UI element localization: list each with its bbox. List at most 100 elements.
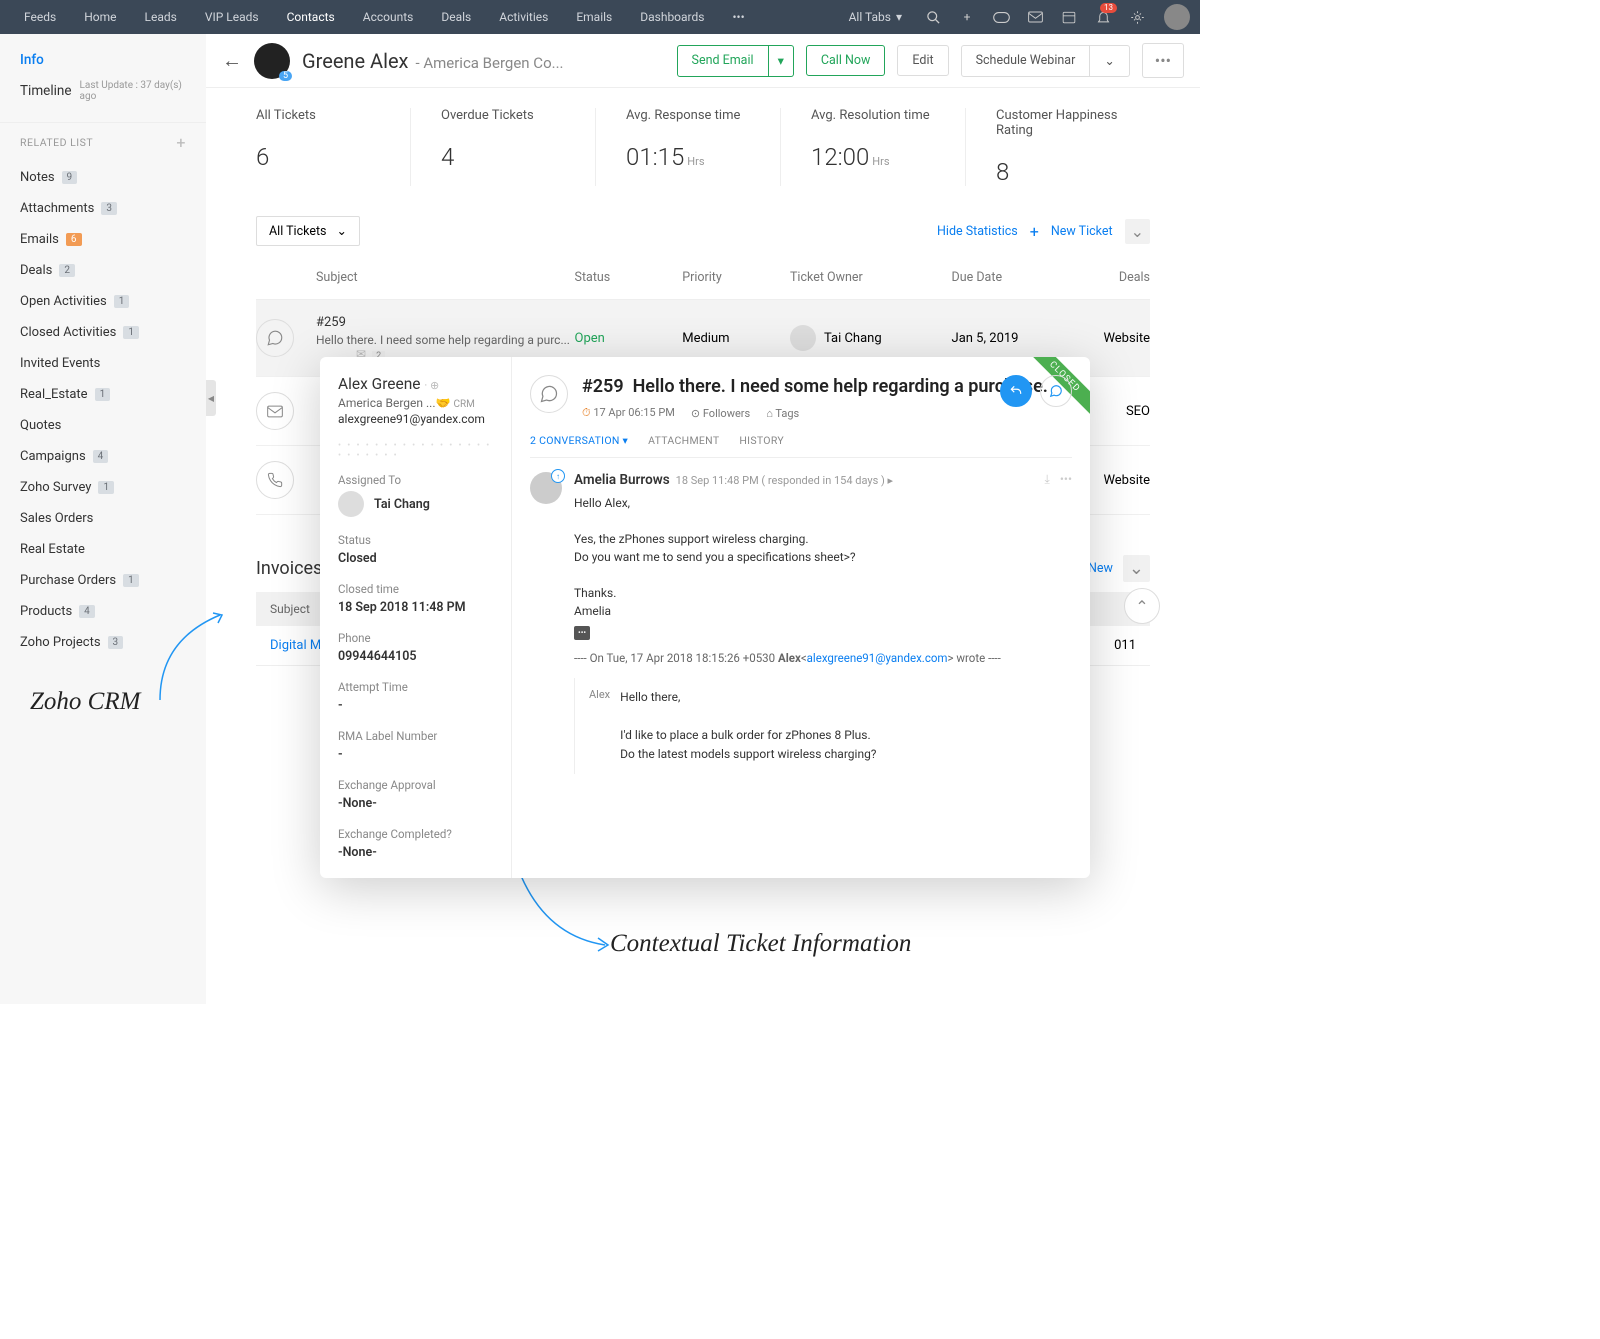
stats-row: All Tickets6Overdue Tickets4Avg. Respons… (206, 88, 1200, 206)
sidebar-item[interactable]: Sales Orders (20, 503, 186, 534)
popup-contact-name: Alex Greene · ⊕ (338, 375, 493, 393)
popup-contact-company: America Bergen ...🤝CRM (338, 396, 493, 410)
sidebar-item[interactable]: Purchase Orders1 (20, 565, 186, 596)
sidebar-item[interactable]: Products4 (20, 596, 186, 627)
chevron-down-icon: ▾ (896, 10, 902, 24)
sidebar-item[interactable]: Zoho Survey1 (20, 472, 186, 503)
comment-button[interactable] (1040, 375, 1072, 407)
stat-card: Avg. Resolution time12:00Hrs (781, 108, 966, 186)
quoted-from: Alex (589, 688, 610, 765)
bell-icon[interactable]: 13 (1086, 0, 1120, 34)
sidebar-item[interactable]: Real Estate (20, 534, 186, 565)
game-icon[interactable] (984, 0, 1018, 34)
annotation-zoho-crm: Zoho CRM (30, 688, 140, 716)
message-more-icon[interactable]: ••• (1060, 472, 1072, 487)
all-tabs-dropdown[interactable]: All Tabs▾ (835, 1, 916, 33)
record-header: ← 5 Greene Alex - America Bergen Co... S… (206, 34, 1200, 88)
chat-icon (256, 319, 294, 357)
sidebar-item[interactable]: Quotes (20, 410, 186, 441)
new-invoice-link[interactable]: New (1088, 561, 1113, 576)
tab-history[interactable]: HISTORY (739, 434, 784, 447)
nav-home[interactable]: Home (70, 0, 130, 34)
nav-contacts[interactable]: Contacts (273, 0, 349, 34)
sidebar-tab-timeline[interactable]: TimelineLast Update : 37 day(s) ago (20, 74, 186, 108)
invoices-dropdown-icon[interactable]: ⌄ (1123, 555, 1150, 582)
download-icon[interactable]: ⤓ (1045, 472, 1050, 487)
quoted-email-link[interactable]: alexgreene91@yandex.com (807, 651, 948, 665)
message-from: Amelia Burrows (574, 472, 670, 488)
popup-contact-email[interactable]: alexgreene91@yandex.com (338, 412, 493, 426)
expand-quote-icon[interactable]: ••• (574, 626, 590, 640)
sidebar-item[interactable]: Attachments3 (20, 193, 186, 224)
sidebar: Info TimelineLast Update : 37 day(s) ago… (0, 34, 206, 1004)
notification-badge: 13 (1100, 3, 1117, 13)
sidebar-item[interactable]: Emails6 (20, 224, 186, 255)
ticket-type-icon (530, 375, 568, 413)
message-time: 18 Sep 11:48 PM ( responded in 154 days … (676, 474, 893, 487)
th-status: Status (575, 270, 683, 285)
annotation-ticket-info: Contextual Ticket Information (610, 930, 911, 958)
nav-dashboards[interactable]: Dashboards (626, 0, 718, 34)
sidebar-item[interactable]: Notes9 (20, 162, 186, 193)
followers-link[interactable]: ⊙ Followers (691, 407, 750, 420)
add-icon[interactable]: + (950, 0, 984, 34)
th-deals: Deals (1070, 270, 1150, 285)
sidebar-tab-info[interactable]: Info (20, 46, 186, 74)
new-ticket-link[interactable]: New Ticket (1051, 224, 1113, 239)
sidebar-item[interactable]: Closed Activities1 (20, 317, 186, 348)
reply-button[interactable] (1000, 375, 1032, 407)
stat-card: All Tickets6 (256, 108, 411, 186)
send-email-button[interactable]: Send Email (677, 45, 769, 77)
sidebar-item[interactable]: Zoho Projects3 (20, 627, 186, 658)
nav-deals[interactable]: Deals (427, 0, 485, 34)
tab-attachment[interactable]: ATTACHMENT (648, 434, 719, 447)
sidebar-item[interactable]: Invited Events (20, 348, 186, 379)
search-icon[interactable] (916, 0, 950, 34)
top-navbar: Feeds Home Leads VIP Leads Contacts Acco… (0, 0, 1200, 34)
schedule-webinar-dropdown[interactable]: ⌄ (1090, 45, 1129, 77)
ticket-contact-panel: Alex Greene · ⊕ America Bergen ...🤝CRM a… (320, 357, 512, 878)
nav-accounts[interactable]: Accounts (349, 0, 428, 34)
mail-icon (256, 392, 294, 430)
sidebar-item[interactable]: Open Activities1 (20, 286, 186, 317)
back-arrow-icon[interactable]: ← (222, 48, 242, 73)
user-avatar[interactable] (1164, 4, 1190, 30)
add-related-icon[interactable]: + (176, 133, 186, 152)
phone-icon (256, 461, 294, 499)
outgoing-icon: ↑ (551, 469, 565, 483)
scroll-to-top-button[interactable]: ⌃ (1124, 588, 1160, 624)
related-list-header: RELATED LIST+ (0, 122, 206, 162)
sidebar-item[interactable]: Real_Estate1 (20, 379, 186, 410)
tickets-toolbar: All Tickets⌄ Hide Statistics +New Ticket… (206, 206, 1200, 256)
hide-statistics-link[interactable]: Hide Statistics (937, 224, 1018, 239)
send-email-dropdown[interactable]: ▾ (769, 45, 794, 77)
nav-more[interactable]: ••• (718, 0, 758, 34)
sidebar-item[interactable]: Deals2 (20, 255, 186, 286)
schedule-webinar-button[interactable]: Schedule Webinar (961, 45, 1091, 77)
edit-button[interactable]: Edit (897, 45, 948, 76)
stat-card: Customer Happiness Rating8 (966, 108, 1150, 186)
tab-conversation[interactable]: 2 CONVERSATION ▾ (530, 434, 628, 447)
calendar-icon[interactable] (1052, 0, 1086, 34)
sidebar-item[interactable]: Campaigns4 (20, 441, 186, 472)
contact-avatar[interactable]: 5 (254, 43, 290, 79)
th-due: Due Date (952, 270, 1070, 285)
ticket-detail-popup: Alex Greene · ⊕ America Bergen ...🤝CRM a… (320, 357, 1090, 878)
nav-emails[interactable]: Emails (562, 0, 626, 34)
call-now-button[interactable]: Call Now (806, 45, 886, 76)
contact-company: - America Bergen Co... (415, 54, 563, 72)
nav-feeds[interactable]: Feeds (10, 0, 70, 34)
th-priority: Priority (682, 270, 790, 285)
mail-icon[interactable] (1018, 0, 1052, 34)
tickets-dropdown-icon[interactable]: ⌄ (1125, 219, 1150, 244)
settings-icon[interactable] (1120, 0, 1154, 34)
ticket-title: #259 Hello there. I need some help regar… (582, 375, 1072, 398)
th-owner: Ticket Owner (790, 270, 952, 285)
nav-leads[interactable]: Leads (131, 0, 191, 34)
nav-vip-leads[interactable]: VIP Leads (191, 0, 273, 34)
more-actions-button[interactable]: ••• (1142, 43, 1184, 78)
message-avatar: ↑ (530, 472, 562, 504)
tags-link[interactable]: ⌂ Tags (766, 407, 799, 420)
nav-activities[interactable]: Activities (485, 0, 562, 34)
tickets-filter-dropdown[interactable]: All Tickets⌄ (256, 216, 360, 246)
